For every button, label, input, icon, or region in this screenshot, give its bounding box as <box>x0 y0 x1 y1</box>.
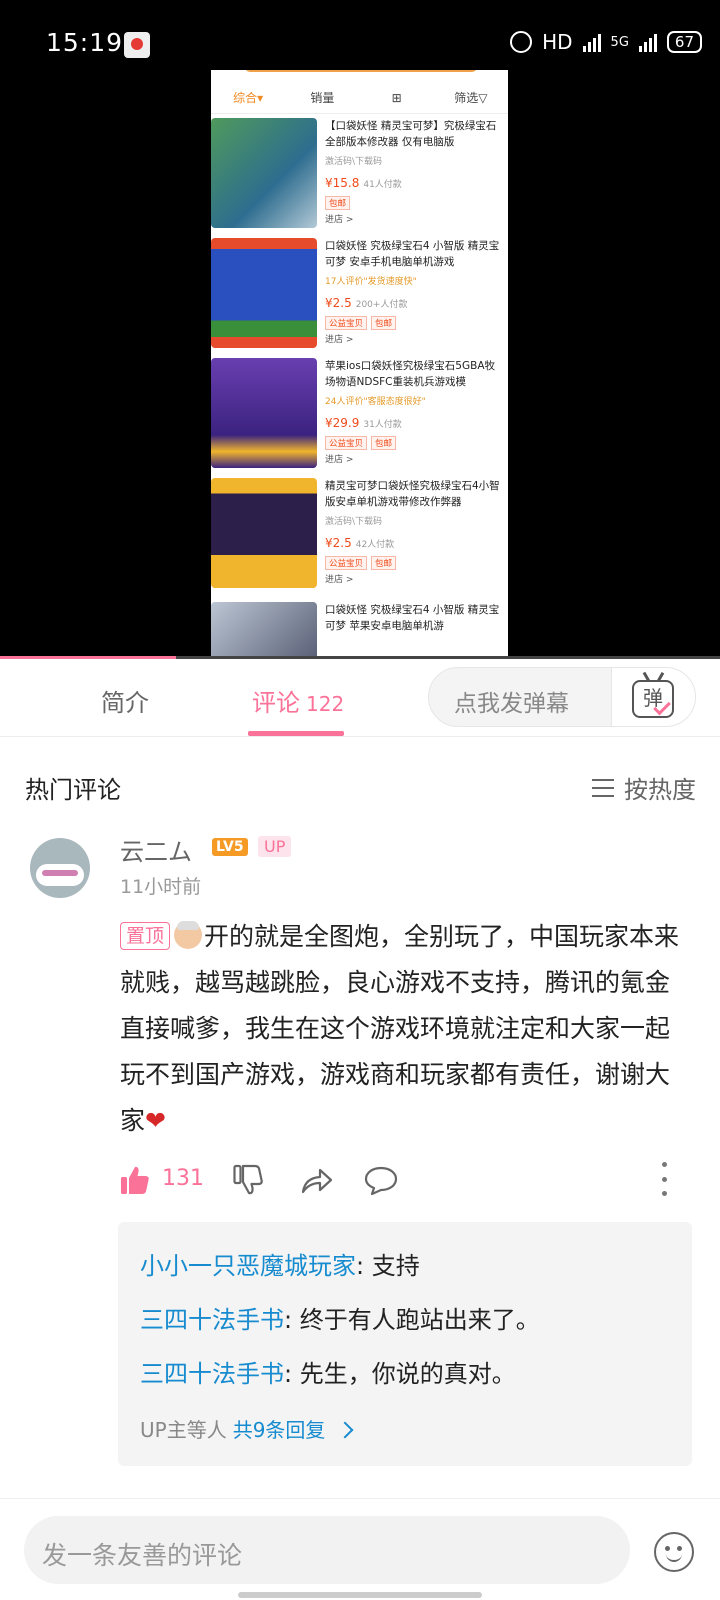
sort-label: 按热度 <box>624 776 696 804</box>
comment-text[interactable]: 置顶 开的就是全图炮，全别玩了，中国玩家本来就贱，越骂越跳脸，良心游戏不支持，腾讯… <box>120 914 692 1144</box>
hd-indicator: HD <box>542 30 573 54</box>
product-title: 口袋妖怪 究极绿宝石4 小智版 精灵宝可梦 安卓手机电脑单机游戏 <box>325 240 500 268</box>
tab-bar: 简介 评论 122 点我发弹幕 弹 <box>0 659 720 737</box>
level-badge: LV5 <box>212 838 248 856</box>
menu-icon <box>592 778 614 797</box>
danmaku-input[interactable]: 点我发弹幕 弹 <box>428 667 696 727</box>
video-product-item: 苹果ios口袋妖怪究极绿宝石5GBA牧场物语NDSFC重装机兵游戏模 24人评价… <box>211 354 508 470</box>
reply-item[interactable]: 小小一只恶魔城玩家: 支持 <box>140 1246 420 1281</box>
product-title: 精灵宝可梦口袋妖怪究极绿宝石4小智版安卓单机游戏带修改作弊器 <box>325 480 500 508</box>
comment-content: 开的就是全图炮，全别玩了，中国玩家本来就贱，越骂越跳脸，良心游戏不支持，腾讯的氪… <box>120 922 680 1135</box>
video-player[interactable]: 综合▾ 销量 ⊞ 筛选▽ 【口袋妖怪 精灵宝可梦】究极绿宝石全部版本修改器 仅有… <box>0 70 720 658</box>
filter-grid-icon: ⊞ <box>391 90 402 105</box>
thumbs-up-icon[interactable] <box>120 1164 150 1196</box>
comment-actions: 131 <box>120 1162 690 1202</box>
video-product-item: 精灵宝可梦口袋妖怪究极绿宝石4小智版安卓单机游戏带修改作弊器 激活码\下载码 ¥… <box>211 474 508 590</box>
reply-icon[interactable] <box>364 1164 398 1196</box>
product-sub: 激活码\下载码 <box>325 517 383 527</box>
network-type: 5G <box>610 34 629 50</box>
battery-icon: 67 <box>666 31 702 53</box>
product-tags: 公益宝贝 包邮 <box>325 316 397 330</box>
product-tags: 公益宝贝 包邮 <box>325 436 397 450</box>
signal-icon <box>582 32 601 52</box>
product-tags: 公益宝贝 包邮 <box>325 556 397 570</box>
comment-username[interactable]: 云二ム <box>120 832 192 867</box>
alarm-icon <box>510 31 533 53</box>
product-thumbnail <box>211 238 317 348</box>
up-badge: UP <box>258 836 292 857</box>
product-thumbnail <box>211 118 317 228</box>
comment-input[interactable]: 发一条友善的评论 <box>24 1516 630 1584</box>
video-product-item: 口袋妖怪 究极绿宝石4 小智版 精灵宝可梦 苹果安卓电脑单机游 <box>211 598 508 658</box>
product-price: ¥15.8 41人付款 <box>325 176 402 190</box>
avatar[interactable] <box>30 838 90 898</box>
replies-box[interactable]: 小小一只恶魔城玩家: 支持 三四十法手书: 终于有人跑站出来了。 三四十法手书:… <box>118 1222 692 1466</box>
product-thumbnail <box>211 478 317 588</box>
tab-intro[interactable]: 简介 <box>101 683 149 718</box>
chevron-right-icon <box>336 1421 354 1439</box>
product-shop: 进店 > <box>325 335 354 345</box>
video-filter-bar: 综合▾ 销量 ⊞ 筛选▽ <box>211 82 508 114</box>
status-time: 15:19 <box>46 28 124 57</box>
danmaku-icon: 弹 <box>632 680 674 718</box>
thumbs-down-icon[interactable] <box>232 1164 264 1196</box>
video-search-box <box>245 70 477 72</box>
comment-time: 11小时前 <box>120 876 202 898</box>
danmaku-placeholder: 点我发弹幕 <box>454 691 569 717</box>
product-thumbnail <box>211 602 317 658</box>
share-icon[interactable] <box>300 1164 334 1196</box>
view-all-replies[interactable]: UP主等人 共9条回复 <box>140 1414 354 1443</box>
status-bar: 15:19 HD 5G 67 <box>0 0 720 70</box>
more-options-icon[interactable] <box>658 1162 670 1196</box>
product-sub: 激活码\下载码 <box>325 157 383 167</box>
status-icons: HD 5G 67 <box>510 30 702 54</box>
filter-screen: 筛选▽ <box>454 91 488 105</box>
signal-icon-2 <box>638 32 657 52</box>
product-title: 口袋妖怪 究极绿宝石4 小智版 精灵宝可梦 苹果安卓电脑单机游 <box>325 604 500 632</box>
product-price: ¥29.9 31人付款 <box>325 416 402 430</box>
video-frame: 综合▾ 销量 ⊞ 筛选▽ 【口袋妖怪 精灵宝可梦】究极绿宝石全部版本修改器 仅有… <box>211 70 508 658</box>
product-thumbnail <box>211 358 317 468</box>
product-title: 苹果ios口袋妖怪究极绿宝石5GBA牧场物语NDSFC重装机兵游戏模 <box>325 360 496 388</box>
product-shop: 进店 > <box>325 575 354 585</box>
product-shop: 进店 > <box>325 455 354 465</box>
danmaku-toggle-button[interactable]: 弹 <box>611 668 695 726</box>
map-app-icon <box>124 32 150 58</box>
product-shop: 进店 > <box>325 215 354 225</box>
emoji-icon[interactable] <box>654 1532 694 1572</box>
comment-input-placeholder: 发一条友善的评论 <box>42 1541 243 1570</box>
reply-item[interactable]: 三四十法手书: 终于有人跑站出来了。 <box>140 1300 540 1335</box>
bottom-divider <box>0 1498 720 1499</box>
reply-item[interactable]: 三四十法手书: 先生，你说的真对。 <box>140 1354 516 1389</box>
old-man-face-icon <box>174 921 203 949</box>
video-product-item: 口袋妖怪 究极绿宝石4 小智版 精灵宝可梦 安卓手机电脑单机游戏 17人评价"发… <box>211 234 508 350</box>
product-title: 【口袋妖怪 精灵宝可梦】究极绿宝石全部版本修改器 仅有电脑版 <box>325 120 497 148</box>
tab-comments[interactable]: 评论 122 <box>252 683 344 718</box>
product-sub: 17人评价"发货速度快" <box>325 277 417 287</box>
product-tags: 包邮 <box>325 196 351 210</box>
pinned-tag: 置顶 <box>120 922 171 950</box>
active-tab-indicator <box>248 731 344 736</box>
product-price: ¥2.5 200+人付款 <box>325 296 408 310</box>
filter-overall: 综合▾ <box>233 91 264 105</box>
like-count: 131 <box>162 1166 204 1191</box>
heart-icon: ❤ <box>145 1106 166 1135</box>
sort-button[interactable]: 按热度 <box>592 770 696 805</box>
filter-sales: 销量 <box>310 91 335 105</box>
home-indicator[interactable] <box>238 1592 482 1598</box>
hot-comments-title: 热门评论 <box>25 776 121 804</box>
product-sub: 24人评价"客服态度很好" <box>325 397 426 407</box>
product-price: ¥2.5 42人付款 <box>325 536 395 550</box>
video-product-item: 【口袋妖怪 精灵宝可梦】究极绿宝石全部版本修改器 仅有电脑版 激活码\下载码 ¥… <box>211 114 508 230</box>
